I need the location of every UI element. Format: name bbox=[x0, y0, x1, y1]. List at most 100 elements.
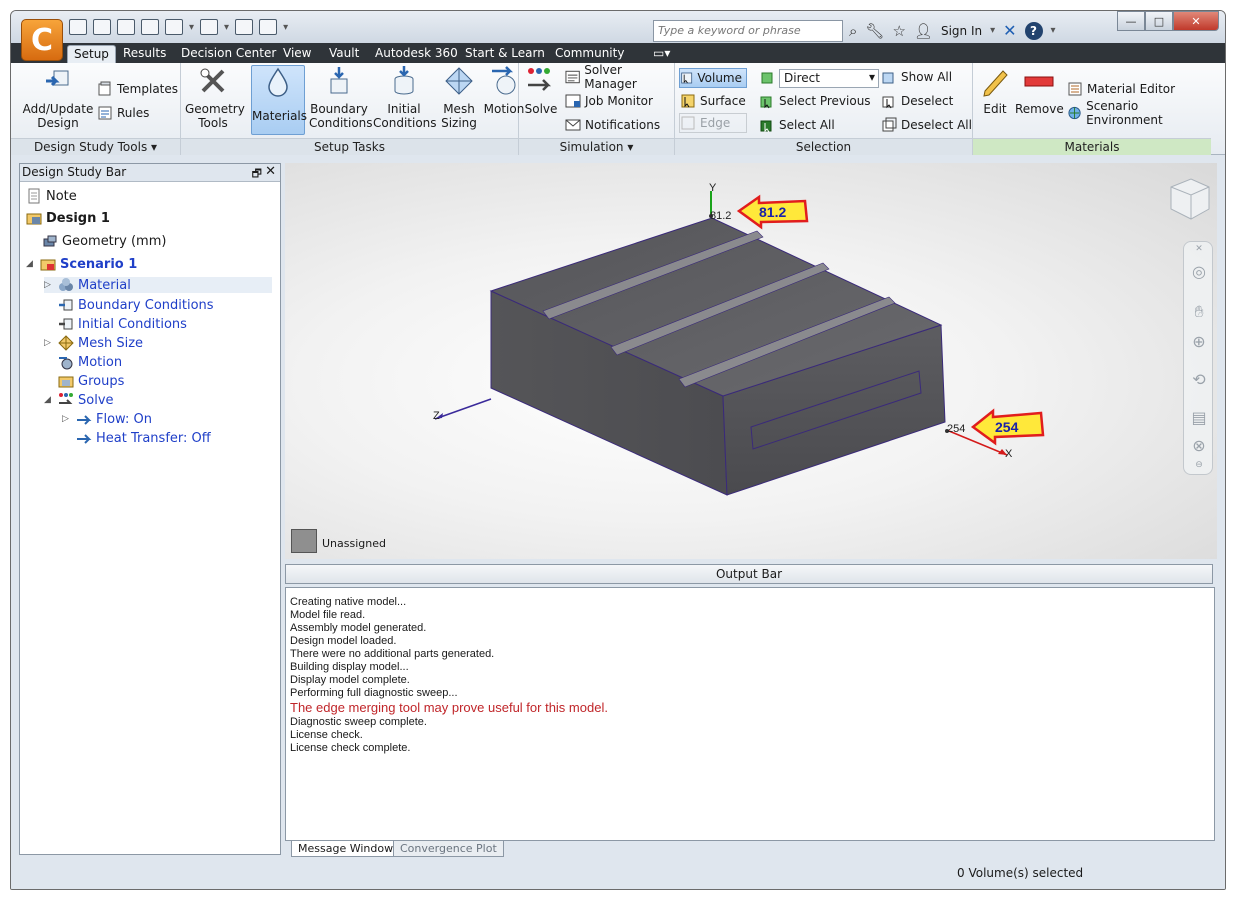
dropdown-arrow-icon[interactable]: ▾ bbox=[189, 22, 194, 33]
new-file-icon[interactable] bbox=[69, 19, 87, 35]
tab-community[interactable]: Community bbox=[549, 45, 630, 63]
panel-label-simulation[interactable]: Simulation ▾ bbox=[519, 138, 674, 155]
center-icon[interactable]: ⊗ bbox=[1189, 436, 1209, 456]
steering-wheel-icon[interactable]: ◎ bbox=[1189, 262, 1209, 282]
collapse-arrow-icon[interactable]: ◢ bbox=[44, 395, 54, 405]
open-folder-icon[interactable] bbox=[93, 19, 111, 35]
motion-label: Motion bbox=[78, 354, 123, 370]
templates-icon bbox=[98, 81, 111, 96]
initial-conditions-button[interactable]: Initial Conditions bbox=[373, 65, 437, 130]
close-button[interactable]: ✕ bbox=[1173, 11, 1219, 31]
notifications-button[interactable]: Notifications bbox=[565, 115, 660, 135]
volume-select-button[interactable]: Volume bbox=[679, 68, 747, 88]
edge-select-button[interactable]: Edge bbox=[679, 113, 747, 133]
select-previous-button[interactable]: Select Previous bbox=[759, 91, 871, 111]
surface-select-button[interactable]: Surface bbox=[680, 91, 746, 111]
navbar-close-icon[interactable]: ✕ bbox=[1189, 244, 1209, 264]
search-input[interactable]: Type a keyword or phrase bbox=[653, 20, 843, 42]
design-folder-icon bbox=[26, 213, 42, 225]
panel-icon[interactable] bbox=[235, 19, 254, 35]
minimize-button[interactable]: — bbox=[1117, 11, 1145, 31]
close-panel-icon[interactable]: ✕ bbox=[265, 164, 276, 179]
maximize-button[interactable]: □ bbox=[1145, 11, 1173, 31]
tree-item-flow[interactable]: ▷ Flow: On bbox=[62, 411, 152, 427]
orbit-icon[interactable]: ⟲ bbox=[1189, 370, 1209, 390]
mesh-sizing-button[interactable]: Mesh Sizing bbox=[439, 65, 479, 130]
select-mode-icon[interactable] bbox=[165, 19, 183, 35]
tab-message-window[interactable]: Message Window bbox=[291, 841, 401, 857]
materials-button[interactable]: Materials bbox=[251, 65, 307, 135]
help-icon[interactable]: ? bbox=[1024, 21, 1043, 40]
material-icon bbox=[59, 278, 73, 291]
job-monitor-button[interactable]: Job Monitor bbox=[565, 91, 653, 111]
navbar-options-icon[interactable]: ⊖ bbox=[1189, 460, 1209, 480]
view-cube[interactable] bbox=[1170, 178, 1210, 220]
tree-item-solve[interactable]: ◢ Solve bbox=[44, 392, 114, 408]
tab-overflow-icon[interactable]: ▭▾ bbox=[647, 45, 676, 63]
tree-item-boundary-conditions[interactable]: Boundary Conditions bbox=[58, 297, 214, 313]
tab-convergence-plot[interactable]: Convergence Plot bbox=[393, 841, 504, 857]
select-all-button[interactable]: Select All bbox=[759, 115, 835, 135]
customize-toolbar-icon[interactable]: ▾ bbox=[283, 22, 288, 33]
edit-material-button[interactable]: Edit bbox=[977, 65, 1013, 116]
expand-arrow-icon[interactable]: ▷ bbox=[44, 338, 54, 348]
mesh-size-icon bbox=[58, 335, 74, 351]
expand-arrow-icon[interactable]: ▷ bbox=[44, 280, 54, 290]
look-at-icon[interactable]: ▤ bbox=[1189, 408, 1209, 428]
collapse-arrow-icon[interactable]: ◢ bbox=[26, 259, 36, 269]
tree-item-initial-conditions[interactable]: Initial Conditions bbox=[58, 316, 187, 332]
solver-manager-button[interactable]: Solver Manager bbox=[565, 63, 674, 91]
dropdown-arrow-icon[interactable]: ▾ bbox=[224, 22, 229, 33]
boundary-conditions-button[interactable]: Boundary Conditions bbox=[309, 65, 373, 130]
pan-hand-icon[interactable]: ✋︎ bbox=[1189, 302, 1209, 322]
tree-item-material[interactable]: ▷ Material bbox=[44, 277, 272, 293]
tree-item-geometry[interactable]: Geometry (mm) bbox=[42, 233, 166, 249]
remove-material-button[interactable]: Remove bbox=[1015, 65, 1064, 116]
output-bar-header[interactable]: Output Bar bbox=[285, 564, 1213, 584]
tab-view[interactable]: View bbox=[277, 45, 317, 63]
add-update-design-button[interactable]: Add/Update Design bbox=[19, 65, 97, 130]
tree-item-motion[interactable]: Motion bbox=[58, 354, 122, 370]
material-editor-button[interactable]: Material Editor bbox=[1067, 79, 1175, 99]
tab-autodesk-360[interactable]: Autodesk 360 bbox=[369, 45, 464, 63]
tree-item-scenario[interactable]: ◢ Scenario 1 bbox=[26, 256, 137, 272]
application-menu-button[interactable]: C bbox=[21, 19, 63, 61]
tab-vault[interactable]: Vault bbox=[323, 45, 365, 63]
rules-button[interactable]: Rules bbox=[97, 103, 149, 123]
help-dropdown-icon[interactable]: ▾ bbox=[1051, 25, 1056, 36]
save-all-icon[interactable] bbox=[141, 19, 159, 35]
sign-in-link[interactable]: Sign In bbox=[941, 24, 982, 38]
tab-decision-center[interactable]: Decision Center bbox=[175, 45, 282, 63]
select-mode-dropdown[interactable]: Direct bbox=[779, 69, 879, 88]
tree-item-groups[interactable]: Groups bbox=[58, 373, 124, 389]
show-all-button[interactable]: Show All bbox=[881, 67, 952, 87]
expand-arrow-icon[interactable]: ▷ bbox=[62, 414, 72, 424]
tree-item-mesh-size[interactable]: ▷ Mesh Size bbox=[44, 335, 143, 351]
panel-label-design-study-tools[interactable]: Design Study Tools ▾ bbox=[11, 138, 180, 155]
tree-item-design[interactable]: Design 1 bbox=[26, 210, 110, 226]
exchange-apps-icon[interactable]: ✕ bbox=[1003, 21, 1016, 40]
save-icon[interactable] bbox=[117, 19, 135, 35]
graphics-viewport[interactable]: Y Z X 81.2 254 81.2 254 ✕ ◎ ✋︎ ⊕ ⟲ ▤ ⊗ ⊖ bbox=[285, 163, 1217, 559]
favorites-star-icon[interactable]: ☆ bbox=[892, 22, 905, 40]
zoom-icon[interactable]: ⊕ bbox=[1189, 332, 1209, 352]
tree-item-heat-transfer[interactable]: Heat Transfer: Off bbox=[76, 430, 211, 446]
sign-in-dropdown-icon[interactable]: ▾ bbox=[990, 25, 995, 36]
boundary-conditions-icon bbox=[330, 67, 348, 94]
float-panel-icon[interactable]: 🗗︎ bbox=[252, 165, 262, 184]
templates-button[interactable]: Templates bbox=[97, 79, 178, 99]
wrench-icon[interactable]: 🔧︎ bbox=[865, 22, 884, 40]
globe-icon bbox=[1068, 106, 1081, 120]
tab-results[interactable]: Results bbox=[117, 45, 172, 63]
scenario-environment-button[interactable]: Scenario Environment bbox=[1067, 99, 1211, 127]
geometry-tools-button[interactable]: Geometry Tools bbox=[185, 65, 245, 130]
layout-icon[interactable] bbox=[259, 19, 278, 35]
deselect-button[interactable]: Deselect bbox=[881, 91, 953, 111]
deselect-all-button[interactable]: Deselect All bbox=[881, 115, 972, 135]
tab-setup[interactable]: Setup bbox=[67, 45, 116, 63]
binoculars-icon[interactable]: ⌕ bbox=[849, 22, 857, 40]
tab-start-learn[interactable]: Start & Learn bbox=[459, 45, 551, 63]
solve-button[interactable]: Solve bbox=[521, 65, 561, 116]
tree-item-note[interactable]: Note bbox=[26, 188, 77, 204]
view-cube-icon[interactable] bbox=[200, 19, 219, 35]
